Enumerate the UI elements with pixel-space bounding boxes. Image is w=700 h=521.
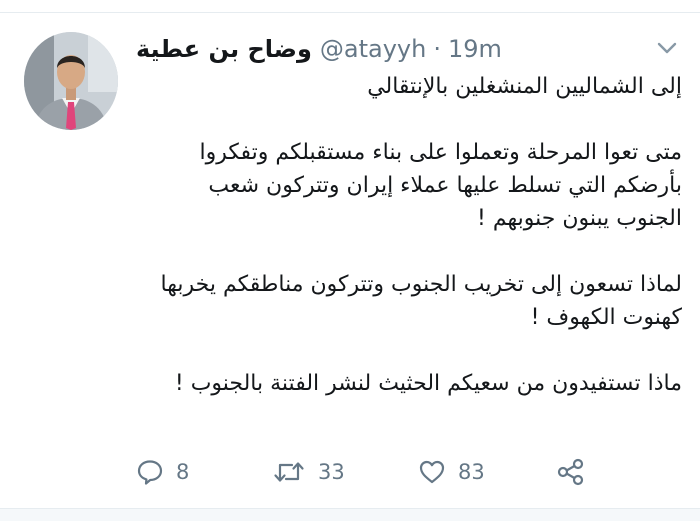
bottom-divider (0, 508, 700, 521)
like-count: 83 (458, 460, 485, 484)
tweet-header: وضاح بن عطية @atayyh · 19m (136, 34, 502, 64)
tweet-line: لماذا تسعون إلى تخريب الجنوب وتتركون منا… (160, 272, 682, 297)
reply-count: 8 (176, 460, 190, 484)
timestamp[interactable]: 19m (448, 35, 502, 63)
tweet-actions: 8 33 83 (136, 454, 606, 490)
top-divider (0, 0, 700, 13)
retweet-count: 33 (318, 460, 345, 484)
avatar[interactable] (24, 32, 118, 130)
chevron-down-icon[interactable] (656, 40, 678, 56)
tweet-line: إلى الشماليين المنشغلين بالإنتقالي (367, 74, 682, 99)
tweet-line: ماذا تستفيدون من سعيكم الحثيث لنشر الفتن… (174, 371, 682, 396)
tweet-text: إلى الشماليين المنشغلين بالإنتقالي متى ت… (140, 70, 682, 400)
reply-button[interactable]: 8 (136, 454, 189, 490)
display-name[interactable]: وضاح بن عطية (136, 35, 312, 63)
user-handle[interactable]: @atayyh (320, 35, 426, 63)
speech-bubble-icon (136, 458, 164, 486)
tweet-line: بأرضكم التي تسلط عليها عملاء إيران وتترك… (208, 173, 682, 198)
heart-outline-icon (418, 458, 446, 486)
avatar-photo (24, 32, 118, 130)
share-button[interactable] (556, 454, 586, 490)
retweet-arrows-icon (272, 458, 306, 486)
tweet-line: متى تعوا المرحلة وتعملوا على بناء مستقبل… (199, 140, 682, 165)
like-button[interactable]: 83 (418, 454, 485, 490)
retweet-button[interactable]: 33 (272, 454, 345, 490)
tweet-line: كهنوت الكهوف ! (530, 305, 682, 330)
share-nodes-icon (556, 457, 586, 487)
separator-dot: · (433, 35, 441, 63)
tweet-line: الجنوب يبنون جنوبهم ! (477, 206, 682, 231)
